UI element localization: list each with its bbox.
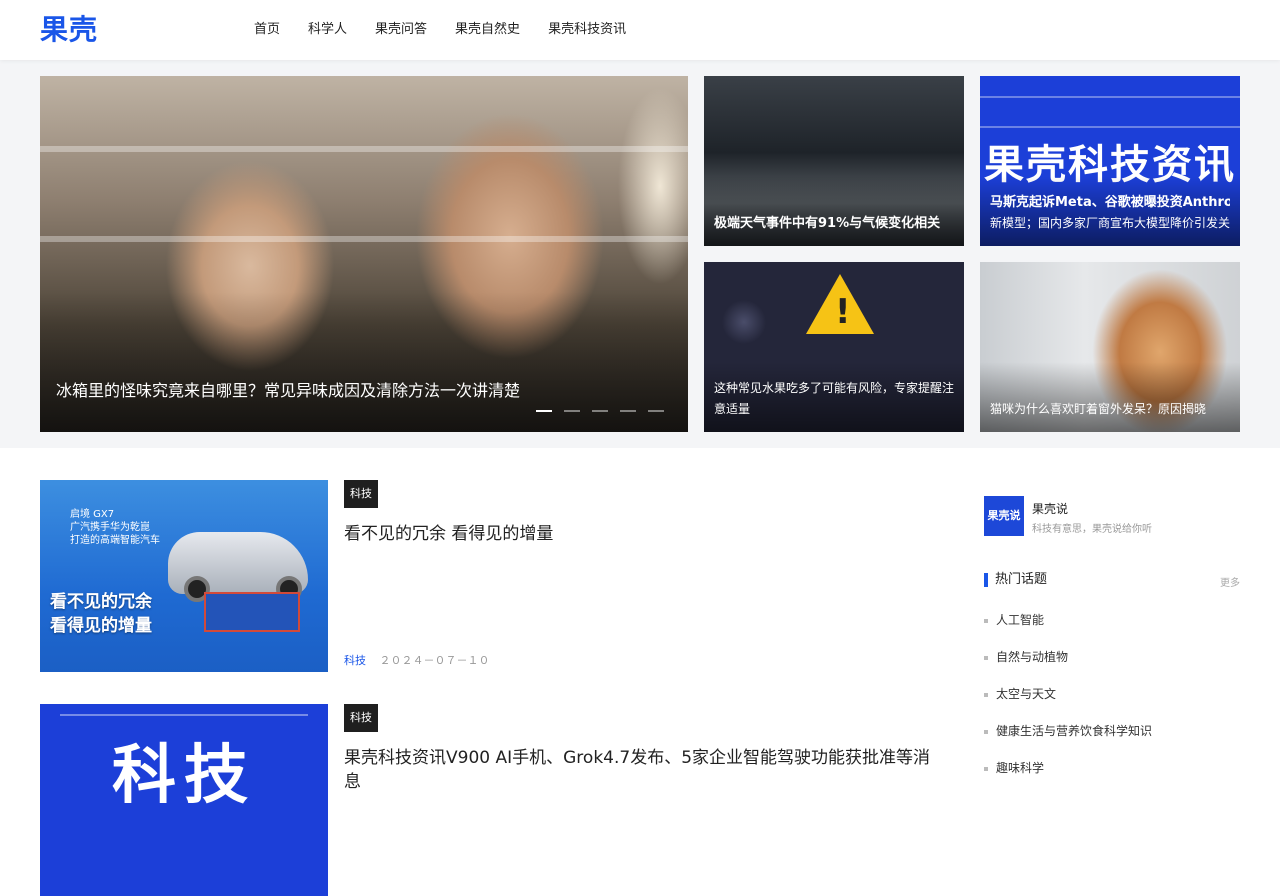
topic-item[interactable]: 趣味科学 bbox=[984, 760, 1240, 776]
topic-item[interactable]: 太空与天文 bbox=[984, 686, 1240, 702]
topic-label[interactable]: 健康生活与营养饮食科学知识 bbox=[996, 724, 1152, 738]
nav-item-natural-history[interactable]: 果壳自然史 bbox=[455, 20, 520, 40]
tile-title[interactable]: 马斯克起诉Meta、谷歌被曝投资Anthropic，OpenAI发布 bbox=[990, 192, 1230, 213]
topic-item[interactable]: 健康生活与营养饮食科学知识 bbox=[984, 723, 1240, 739]
featured-tile[interactable]: 猫咪为什么喜欢盯着窗外发呆？原因揭晓 bbox=[980, 262, 1240, 432]
bullet-icon bbox=[984, 655, 988, 660]
nav-item-scientist[interactable]: 科学人 bbox=[308, 20, 347, 40]
thumb-brand-line: 广汽携手华为乾崑 bbox=[70, 522, 150, 533]
topic-item[interactable]: 自然与动植物 bbox=[984, 649, 1240, 665]
tile-title[interactable]: 极端天气事件中有91%与气候变化相关 bbox=[714, 213, 954, 234]
featured-tile[interactable]: ! 这种常见水果吃多了可能有风险，专家提醒注意适量 bbox=[704, 262, 964, 432]
article-card: 科技 科技 果壳科技资讯V900 AI手机、Grok4.7发布、5家企业智能驾驶… bbox=[40, 704, 940, 896]
topic-label[interactable]: 趣味科学 bbox=[996, 761, 1044, 775]
carousel-dot[interactable] bbox=[564, 410, 580, 412]
article-category[interactable]: 科技 bbox=[344, 654, 366, 667]
profile-description: 科技有意思，果壳说给你听 bbox=[1032, 524, 1152, 535]
bullet-icon bbox=[984, 618, 988, 623]
article-title[interactable]: 看不见的冗余 看得见的增量 bbox=[344, 522, 553, 546]
article-tag[interactable]: 科技 bbox=[344, 704, 378, 732]
topic-label[interactable]: 太空与天文 bbox=[996, 687, 1056, 701]
thumb-brand: 启境 GX7 bbox=[70, 509, 115, 520]
bullet-icon bbox=[984, 729, 988, 734]
thumb-headline: 科技 bbox=[112, 739, 256, 813]
topic-item[interactable]: 人工智能 bbox=[984, 612, 1240, 628]
section-header: 热门话题 更多 bbox=[984, 572, 1240, 589]
nav-item-tech-news[interactable]: 果壳科技资讯 bbox=[548, 20, 626, 40]
featured-tile[interactable]: 极端天气事件中有91%与气候变化相关 bbox=[704, 76, 964, 246]
nav-item-home[interactable]: 首页 bbox=[254, 20, 280, 40]
article-title[interactable]: 果壳科技资讯V900 AI手机、Grok4.7发布、5家企业智能驾驶功能获批准等… bbox=[344, 746, 940, 794]
thumb-headline-line: 看得见的增量 bbox=[50, 616, 152, 636]
tile-caption: 极端天气事件中有91%与气候变化相关 bbox=[714, 213, 954, 234]
thumb-headline: 看不见的冗余 看得见的增量 bbox=[50, 590, 152, 638]
site-logo[interactable]: 果壳 bbox=[40, 12, 98, 48]
thumb-brand-text: 启境 GX7 广汽携手华为乾崑 打造的高端智能汽车 bbox=[70, 508, 160, 547]
hero-carousel[interactable]: 冰箱里的怪味究竟来自哪里？常见异味成因及清除方法一次讲清楚 bbox=[40, 76, 688, 432]
topic-label[interactable]: 人工智能 bbox=[996, 613, 1044, 627]
article-tag[interactable]: 科技 bbox=[344, 480, 378, 508]
tile-subtitle[interactable]: 新模型；国内多家厂商宣布大模型降价引发关注 bbox=[990, 213, 1230, 234]
topic-label[interactable]: 自然与动植物 bbox=[996, 650, 1068, 664]
site-header: 果壳 首页 科学人 果壳问答 果壳自然史 果壳科技资讯 bbox=[0, 0, 1280, 60]
article-meta: 科技 ２０２４－０７－１０ bbox=[344, 652, 490, 668]
profile-name[interactable]: 果壳说 bbox=[1032, 500, 1068, 517]
thumb-headline-line: 看不见的冗余 bbox=[50, 592, 152, 612]
battery-illustration bbox=[204, 592, 300, 632]
tile-caption: 猫咪为什么喜欢盯着窗外发呆？原因揭晓 bbox=[990, 399, 1230, 420]
main-nav: 首页 科学人 果壳问答 果壳自然史 果壳科技资讯 bbox=[254, 20, 654, 40]
shelf-line bbox=[40, 236, 688, 242]
article-thumbnail[interactable]: 启境 GX7 广汽携手华为乾崑 打造的高端智能汽车 看不见的冗余 看得见的增量 bbox=[40, 480, 328, 672]
tile-title[interactable]: 这种常见水果吃多了可能有风险，专家提醒注意适量 bbox=[714, 378, 954, 420]
featured-tile[interactable]: 果壳科技资讯 马斯克起诉Meta、谷歌被曝投资Anthropic，OpenAI发… bbox=[980, 76, 1240, 246]
circuit-line bbox=[60, 714, 308, 716]
article-date: ２０２４－０７－１０ bbox=[379, 654, 490, 667]
nav-item-qa[interactable]: 果壳问答 bbox=[375, 20, 427, 40]
carousel-dot[interactable] bbox=[536, 410, 552, 412]
bullet-icon bbox=[984, 766, 988, 771]
article-card: 启境 GX7 广汽携手华为乾崑 打造的高端智能汽车 看不见的冗余 看得见的增量 … bbox=[40, 480, 940, 672]
carousel-dots bbox=[536, 410, 664, 412]
carousel-dot[interactable] bbox=[620, 410, 636, 412]
tile-caption: 这种常见水果吃多了可能有风险，专家提醒注意适量 bbox=[714, 378, 954, 420]
circuit-line bbox=[980, 96, 1240, 98]
carousel-dot[interactable] bbox=[592, 410, 608, 412]
tile-shade bbox=[980, 362, 1240, 432]
exclamation-icon: ! bbox=[835, 292, 851, 332]
tile-caption: 马斯克起诉Meta、谷歌被曝投资Anthropic，OpenAI发布 新模型；国… bbox=[990, 192, 1230, 234]
bullet-icon bbox=[984, 692, 988, 697]
tile-shade bbox=[704, 176, 964, 246]
more-link[interactable]: 更多 bbox=[1220, 574, 1240, 589]
hero-section: 冰箱里的怪味究竟来自哪里？常见异味成因及清除方法一次讲清楚 极端天气事件中有91… bbox=[0, 60, 1280, 448]
avatar[interactable]: 果壳说 bbox=[984, 496, 1024, 536]
section-accent-bar bbox=[984, 573, 988, 587]
thumb-brand-line: 打造的高端智能汽车 bbox=[70, 535, 160, 546]
section-title: 热门话题 bbox=[995, 572, 1048, 587]
article-thumbnail[interactable]: 科技 bbox=[40, 704, 328, 896]
tile-title[interactable]: 猫咪为什么喜欢盯着窗外发呆？原因揭晓 bbox=[990, 399, 1230, 420]
circuit-line bbox=[980, 126, 1240, 128]
carousel-dot[interactable] bbox=[648, 410, 664, 412]
shelf-line bbox=[40, 146, 688, 152]
hero-caption[interactable]: 冰箱里的怪味究竟来自哪里？常见异味成因及清除方法一次讲清楚 bbox=[56, 380, 520, 402]
